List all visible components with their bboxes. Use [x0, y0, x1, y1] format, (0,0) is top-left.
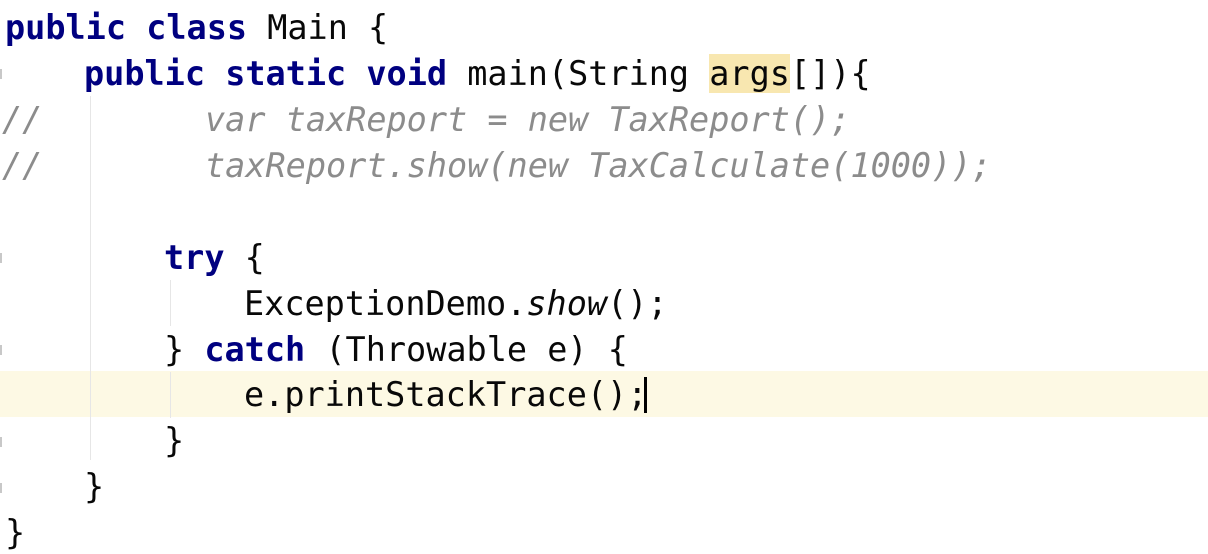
- code-editor[interactable]: public class Main { public static void m…: [0, 0, 1208, 554]
- indent-guide: [170, 280, 171, 326]
- comment-marker: //: [2, 100, 43, 139]
- keyword: try: [164, 238, 225, 277]
- fold-marker[interactable]: [0, 253, 2, 263]
- fold-marker[interactable]: [0, 69, 2, 79]
- code-line[interactable]: }: [5, 510, 25, 554]
- indent-guide: [90, 96, 91, 460]
- code-line[interactable]: }: [84, 464, 104, 510]
- code-line[interactable]: public static void main(String args[]){: [84, 51, 871, 97]
- fold-marker[interactable]: [0, 345, 2, 355]
- code-line[interactable]: public class Main {: [5, 5, 388, 51]
- code-text: }: [164, 330, 185, 369]
- keyword: static: [225, 54, 347, 93]
- text-caret: [644, 377, 647, 413]
- code-text: ExceptionDemo.: [244, 284, 527, 323]
- highlighted-identifier: args: [709, 54, 790, 93]
- comment-marker: //: [2, 146, 43, 185]
- keyword: public: [5, 8, 127, 47]
- code-text: main(String: [447, 54, 710, 93]
- indent-guide: [170, 372, 171, 418]
- code-line[interactable]: try {: [164, 235, 265, 281]
- keyword: public: [84, 54, 206, 93]
- commented-code[interactable]: var taxReport = new TaxReport();: [205, 97, 850, 143]
- code-text: {: [224, 238, 265, 277]
- fold-marker[interactable]: [0, 437, 2, 447]
- code-text: ();: [607, 284, 668, 323]
- commented-code[interactable]: taxReport.show(new TaxCalculate(1000));: [205, 143, 992, 189]
- keyword: catch: [204, 330, 306, 369]
- code-text: []){: [789, 54, 871, 93]
- code-text: (Throwable e) {: [305, 330, 628, 369]
- code-line[interactable]: }: [164, 418, 184, 464]
- static-method-call: show: [526, 284, 608, 323]
- keyword: void: [366, 54, 448, 93]
- code-text: Main {: [247, 8, 389, 47]
- code-line[interactable]: } catch (Throwable e) {: [164, 327, 628, 373]
- code-line[interactable]: ExceptionDemo.show();: [244, 281, 668, 327]
- keyword: class: [146, 8, 248, 47]
- code-line-current[interactable]: e.printStackTrace();: [244, 372, 647, 418]
- fold-marker[interactable]: [0, 483, 2, 493]
